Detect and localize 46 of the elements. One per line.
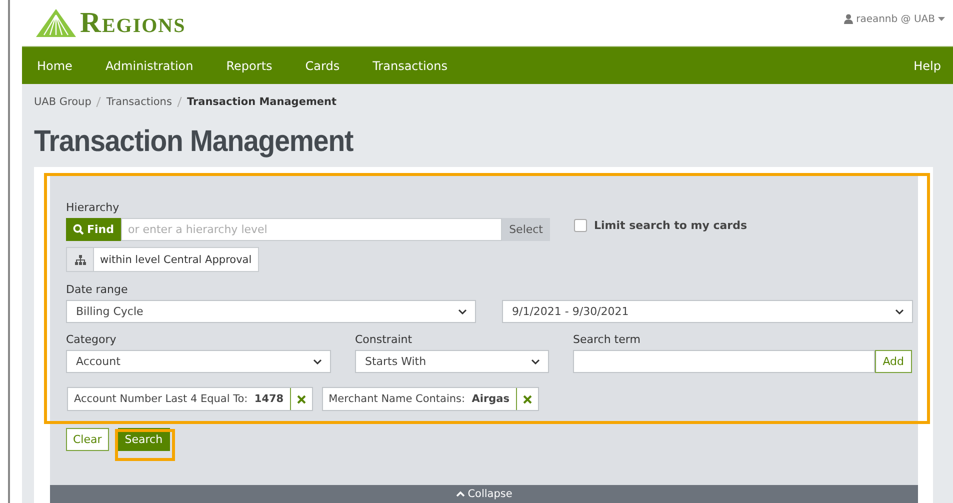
nav-link[interactable]: Administration: [90, 58, 210, 72]
clear-button[interactable]: Clear: [66, 428, 109, 451]
nav-link[interactable]: Home: [22, 58, 88, 72]
user-menu[interactable]: raeannb @ UAB: [844, 14, 945, 24]
dropdown[interactable]: Account: [66, 350, 331, 373]
breadcrumb-link[interactable]: Transactions: [106, 96, 172, 108]
level-text: within level Central Approval: [99, 252, 253, 268]
find-button[interactable]: Find: [66, 218, 121, 241]
logo-text: Regions: [80, 9, 186, 37]
chevron-up-icon: [456, 491, 465, 497]
dropdown[interactable]: Starts With: [355, 350, 549, 373]
checkbox[interactable]: [574, 219, 587, 232]
breadcrumb-link[interactable]: UAB Group: [34, 96, 92, 108]
filter-text: Account Number Last 4 Equal To: 1478: [73, 392, 285, 407]
nav-link[interactable]: Transactions: [358, 58, 464, 72]
dropdown[interactable]: Billing Cycle: [66, 300, 476, 323]
breadcrumb-current: Transaction Management: [186, 96, 336, 108]
logo-icon: [36, 9, 76, 37]
field-label: Constraint: [355, 333, 414, 346]
checkbox-label: Limit search to my cards: [594, 219, 748, 232]
field-label: Search term: [573, 333, 642, 346]
user-icon: [844, 14, 854, 24]
chevron-icon: [531, 358, 540, 364]
hierarchy-icon: [74, 254, 86, 264]
collapse-bar[interactable]: Collapse: [50, 485, 918, 503]
hierarchy-input[interactable]: or enter a hierarchy level: [121, 218, 502, 241]
caret-icon: [938, 17, 945, 21]
add-button[interactable]: Add: [874, 350, 912, 373]
chevron-icon: [313, 358, 322, 364]
nav-link[interactable]: Cards: [290, 58, 356, 72]
filter-text: Merchant Name Contains: Airgas: [328, 392, 510, 407]
chevron-icon: [458, 308, 467, 314]
nav-link[interactable]: Reports: [211, 58, 288, 72]
help-link[interactable]: Help: [898, 58, 953, 72]
close-icon: [296, 394, 306, 404]
page-title: Transaction Management: [34, 125, 354, 159]
field-label: Category: [66, 333, 118, 346]
dropdown[interactable]: 9/1/2021 - 9/30/2021: [502, 300, 913, 323]
search-icon: [73, 224, 84, 235]
field-label: Date range: [66, 283, 129, 296]
search-term-input[interactable]: [573, 350, 875, 373]
chevron-icon: [895, 308, 904, 314]
close-icon: [522, 394, 532, 404]
select-button[interactable]: Select: [502, 218, 550, 241]
field-label: Hierarchy: [66, 201, 120, 214]
highlight-frame: [115, 429, 175, 461]
